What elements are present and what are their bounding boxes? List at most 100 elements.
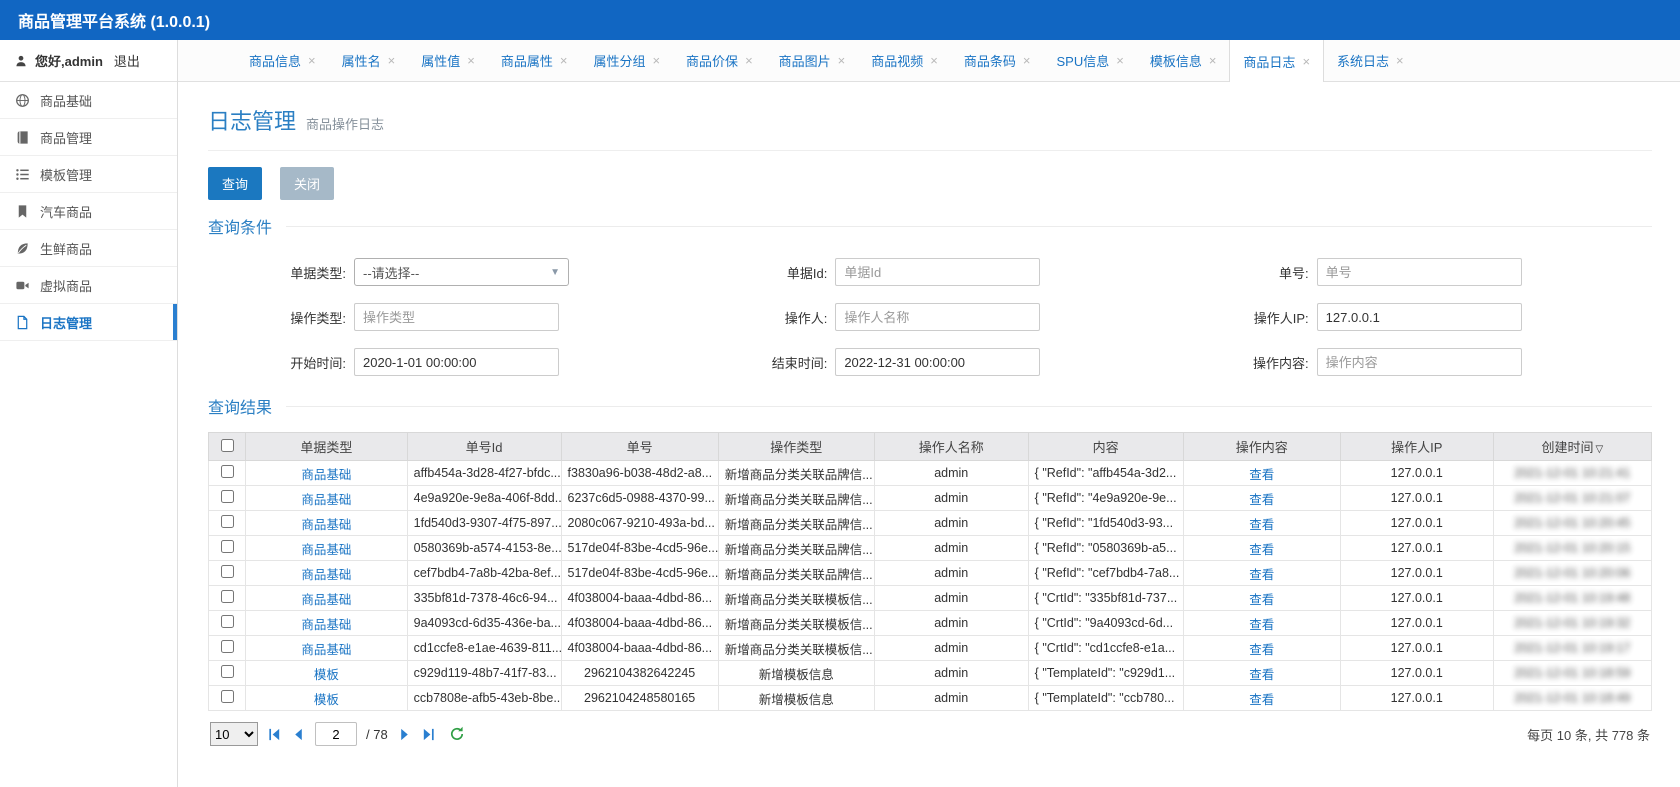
sidebar-item-goods-manage[interactable]: 商品管理 [0,119,177,156]
row-checkbox[interactable] [220,690,234,703]
row-checkbox[interactable] [220,515,234,528]
prev-page-icon[interactable] [291,727,306,742]
sidebar-item-template-manage[interactable]: 模板管理 [0,156,177,193]
page-size-select[interactable]: 10 [210,722,258,746]
tab-商品日志[interactable]: 商品日志 × [1229,40,1325,82]
tab-模板信息[interactable]: 模板信息 × [1137,40,1230,81]
tab-close-icon[interactable]: × [1116,53,1124,68]
doc-type-link[interactable]: 商品基础 [301,643,351,657]
select-all-checkbox[interactable] [220,438,234,452]
results-section-title: 查询结果 [208,400,273,417]
tab-close-icon[interactable]: × [652,53,660,68]
op-content-cell: 查看 [1182,635,1341,661]
book-icon [15,130,30,145]
tab-商品视频[interactable]: 商品视频 × [858,40,951,81]
sidebar-item-goods-base[interactable]: 商品基础 [0,82,177,119]
row-checkbox[interactable] [220,465,234,478]
content-cell: { "CrtId": "335bf81d-737... [1027,585,1184,611]
row-checkbox[interactable] [220,640,234,653]
column-header[interactable]: 操作人名称 [873,432,1029,461]
tab-close-icon[interactable]: × [745,53,753,68]
tab-close-icon[interactable]: × [838,53,846,68]
doc-type-link[interactable]: 商品基础 [301,518,351,532]
row-checkbox[interactable] [220,615,234,628]
tab-商品条码[interactable]: 商品条码 × [951,40,1044,81]
tab-close-icon[interactable]: × [388,53,396,68]
tab-bar: 商品信息 × 属性名 × 属性值 × 商品属性 × 属性分组 × 商品价保 × 商品图片 × 商品视频 × 商品… [178,40,1680,82]
logout-link[interactable]: 退出 [114,51,140,70]
view-link[interactable]: 查看 [1249,643,1274,657]
row-checkbox[interactable] [220,565,234,578]
doc-id-input[interactable] [835,258,1041,286]
tab-close-icon[interactable]: × [1396,53,1404,68]
tab-系统日志[interactable]: 系统日志 × [1324,40,1417,81]
view-link[interactable]: 查看 [1249,493,1274,507]
tab-close-icon[interactable]: × [930,53,938,68]
row-checkbox[interactable] [220,590,234,603]
view-link[interactable]: 查看 [1249,468,1274,482]
sidebar-item-log-manage[interactable]: 日志管理 [0,304,177,341]
close-button[interactable]: 关闭 [280,167,335,200]
sidebar-item-virtual-goods[interactable]: 虚拟商品 [0,267,177,304]
next-page-icon[interactable] [397,727,412,742]
column-header[interactable]: 单据类型 [245,432,408,461]
created-time-cell: 2021-12-01 10:21:07 [1492,485,1653,511]
doc-type-link[interactable]: 商品基础 [301,543,351,557]
end-time-input[interactable] [835,348,1041,376]
tab-商品图片[interactable]: 商品图片 × [766,40,859,81]
column-header[interactable]: 单号 [560,432,719,461]
tab-属性值[interactable]: 属性值 × [408,40,488,81]
column-header[interactable]: 操作人IP [1339,432,1494,461]
column-header[interactable]: 内容 [1027,432,1184,461]
tab-close-icon[interactable]: × [1302,54,1310,69]
view-link[interactable]: 查看 [1249,668,1274,682]
view-link[interactable]: 查看 [1249,693,1274,707]
row-checkbox[interactable] [220,490,234,503]
tab-close-icon[interactable]: × [467,53,475,68]
doc-type-link[interactable]: 商品基础 [301,468,351,482]
column-header[interactable]: 操作内容 [1182,432,1341,461]
doc-type-select[interactable]: --请选择-- ▼ [354,258,569,286]
doc-type-link[interactable]: 商品基础 [301,618,351,632]
query-button[interactable]: 查询 [208,167,263,200]
doc-type-link[interactable]: 商品基础 [301,593,351,607]
row-checkbox[interactable] [220,540,234,553]
row-checkbox[interactable] [220,665,234,678]
last-page-icon[interactable] [421,727,436,742]
op-type-input[interactable] [354,303,559,331]
op-content-input[interactable] [1316,348,1522,376]
column-header[interactable]: 单号Id [406,432,562,461]
refresh-icon[interactable] [449,726,465,742]
doc-type-link[interactable]: 商品基础 [301,493,351,507]
view-link[interactable]: 查看 [1249,543,1274,557]
view-link[interactable]: 查看 [1249,593,1274,607]
view-link[interactable]: 查看 [1249,618,1274,632]
tab-属性名[interactable]: 属性名 × [329,40,409,81]
view-link[interactable]: 查看 [1249,568,1274,582]
operator-input[interactable] [835,303,1041,331]
tab-SPU信息[interactable]: SPU信息 × [1043,40,1136,81]
column-header[interactable]: 操作类型 [717,432,875,461]
sidebar-item-car-goods[interactable]: 汽车商品 [0,193,177,230]
start-time-input[interactable] [354,348,559,376]
doc-type-link[interactable]: 模板 [314,668,339,682]
sort-desc-icon[interactable]: ▽ [1595,444,1603,455]
toolbar: 查询 关闭 [208,167,1652,200]
doc-type-link[interactable]: 模板 [314,693,339,707]
operator-ip-input[interactable] [1316,303,1522,331]
first-page-icon[interactable] [267,727,282,742]
tab-商品属性[interactable]: 商品属性 × [488,40,581,81]
tab-商品信息[interactable]: 商品信息 × [236,40,329,81]
doc-no-input[interactable] [1316,258,1522,286]
doc-type-link[interactable]: 商品基础 [301,568,351,582]
tab-close-icon[interactable]: × [308,53,316,68]
sidebar-item-fresh-goods[interactable]: 生鲜商品 [0,230,177,267]
tab-属性分组[interactable]: 属性分组 × [580,40,673,81]
tab-close-icon[interactable]: × [1209,53,1217,68]
page-input[interactable] [315,722,357,746]
tab-商品价保[interactable]: 商品价保 × [673,40,766,81]
tab-close-icon[interactable]: × [560,53,568,68]
column-header[interactable]: 创建时间 ▽ [1492,432,1653,461]
tab-close-icon[interactable]: × [1023,53,1031,68]
view-link[interactable]: 查看 [1249,518,1274,532]
